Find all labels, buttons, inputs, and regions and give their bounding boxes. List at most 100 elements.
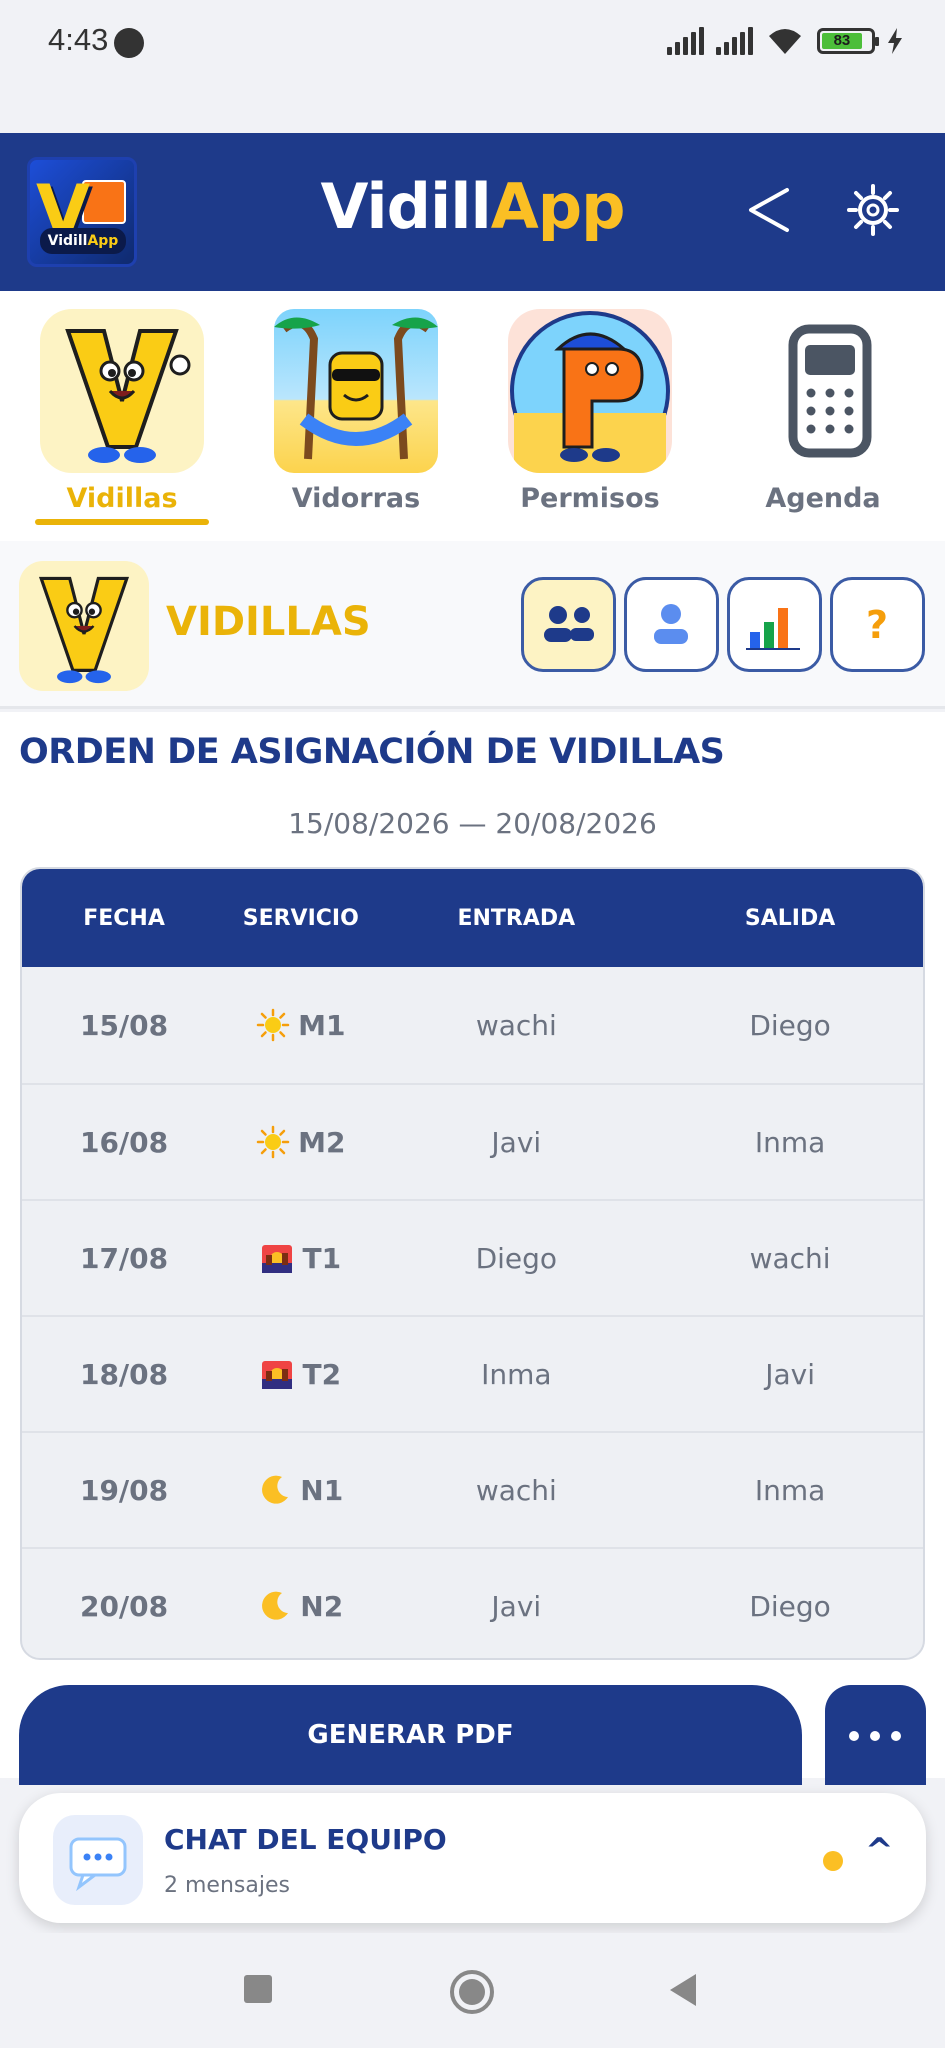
service-cell: N2 [226,1549,375,1658]
entry-cell: Diego [475,1241,558,1275]
service-cell: M2 [226,1085,375,1199]
help-button[interactable]: ? [830,577,925,672]
signal-icon [667,27,704,55]
group-view-button[interactable] [521,577,616,672]
table-row: 15/08 M1 wachi Diego [22,967,923,1083]
date-cell: 15/08 [79,1008,169,1042]
date-cell: 17/08 [79,1241,169,1275]
active-tab-indicator [35,519,209,525]
signal-icon-2 [716,27,753,55]
tab-label: Vidillas [66,483,178,514]
notification-icon [114,28,144,58]
users-icon [544,606,594,642]
sunset-icon [260,1241,294,1275]
recents-button[interactable] [242,1973,274,2005]
date-range: 15/08/2026 — 20/08/2026 [288,807,657,840]
moon-icon [258,1589,292,1623]
exit-cell: Inma [754,1125,826,1159]
battery-icon: 83 [817,28,879,54]
service-cell: M1 [226,967,375,1083]
exit-cell: wachi [749,1241,831,1275]
service-code: N2 [300,1589,344,1623]
section-header: VIDILLAS ? [0,541,945,709]
tab-agenda[interactable]: Agenda [733,309,913,514]
service-cell: T2 [226,1317,375,1431]
wifi-icon [769,29,801,54]
table-row: 20/08 N2 Javi Diego [22,1547,923,1658]
team-chat-bar[interactable]: CHAT DEL EQUIPO 2 mensajes ^ [19,1793,926,1923]
more-options-button[interactable] [825,1685,926,1785]
unread-indicator [823,1851,843,1871]
entry-cell: Javi [491,1125,542,1159]
date-cell: 20/08 [79,1589,169,1623]
sunset-icon [260,1357,294,1391]
table-header: FECHA SERVICIO ENTRADA SALIDA [22,869,923,967]
generate-pdf-button[interactable]: GENERAR PDF [19,1685,802,1785]
permisos-mascot-image [508,309,672,473]
page-title: ORDEN DE ASIGNACIÓN DE VIDILLAS [19,732,725,772]
assignment-table: FECHA SERVICIO ENTRADA SALIDA 15/08 M1 wac… [20,867,925,1660]
chat-title: CHAT DEL EQUIPO [164,1823,447,1856]
user-icon [654,604,688,644]
tab-vidillas[interactable]: Vidillas [32,309,212,514]
vidorras-mascot-image [274,309,438,473]
home-button[interactable] [448,1968,496,2016]
gear-icon [847,184,899,236]
expand-chat-button[interactable]: ^ [865,1831,894,1871]
moon-icon [258,1473,292,1507]
service-code: M2 [298,1125,346,1159]
assignment-panel: ORDEN DE ASIGNACIÓN DE VIDILLAS 15/08/20… [0,712,945,1785]
question-icon: ? [866,603,888,647]
tab-vidorras[interactable]: Vidorras [266,309,446,514]
service-code: M1 [298,1008,346,1042]
sun-icon [256,1008,290,1042]
column-header: SALIDA [744,905,836,931]
exit-cell: Inma [754,1473,826,1507]
vidillas-mascot-image [40,309,204,473]
date-cell: 19/08 [79,1473,169,1507]
service-code: T1 [302,1241,342,1275]
back-button[interactable] [666,1972,700,2008]
module-tabs: Vidillas Vidorras Permisos Agenda [0,291,945,541]
sun-icon [256,1125,290,1159]
exit-cell: Diego [749,1589,831,1623]
date-cell: 18/08 [79,1357,169,1391]
column-header: SERVICIO [242,905,359,931]
bar-chart-icon [746,608,800,650]
phone-icon [741,309,905,473]
service-code: T2 [302,1357,342,1391]
exit-cell: Diego [749,1008,831,1042]
chat-message-count: 2 mensajes [164,1873,290,1898]
app-title: VidillApp [320,170,625,243]
column-header: FECHA [83,905,165,931]
tab-label: Permisos [520,483,660,514]
date-cell: 16/08 [79,1125,169,1159]
system-nav-bar [0,1933,945,2048]
user-view-button[interactable] [624,577,719,672]
section-title: VIDILLAS [166,599,371,645]
table-row: 16/08 M2 Javi Inma [22,1083,923,1199]
tab-label: Vidorras [291,483,421,514]
status-time: 4:43 [48,22,109,57]
entry-cell: wachi [475,1473,557,1507]
entry-cell: Javi [491,1589,542,1623]
service-cell: T1 [226,1201,375,1315]
table-row: 17/08 T1 Diego wachi [22,1199,923,1315]
charging-icon [888,28,902,54]
tab-permisos[interactable]: Permisos [500,309,680,514]
exit-cell: Javi [765,1357,815,1391]
share-icon [749,188,789,232]
vidillas-section-mascot [19,561,149,691]
tab-label: Agenda [765,483,881,514]
service-cell: N1 [226,1433,375,1547]
entry-cell: wachi [475,1008,557,1042]
status-bar: 4:43 83 [0,0,945,84]
settings-button[interactable] [845,182,901,238]
column-header: ENTRADA [457,905,576,931]
entry-cell: Inma [481,1357,552,1391]
chat-bubble-icon [53,1815,143,1905]
share-button[interactable] [741,182,797,238]
stats-button[interactable] [727,577,822,672]
svg-text:?: ? [866,603,888,647]
table-row: 18/08 T2 Inma Javi [22,1315,923,1431]
